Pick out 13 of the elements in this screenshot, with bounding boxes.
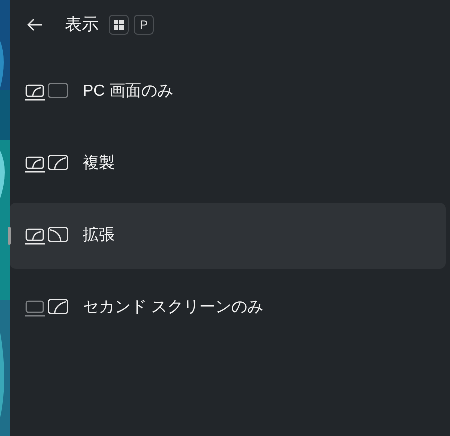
display-mode-option[interactable]: 複製	[10, 131, 446, 197]
display-mode-option[interactable]: PC 画面のみ	[10, 59, 446, 125]
display-mode-icon	[24, 299, 69, 317]
back-arrow-icon	[27, 18, 43, 32]
display-mode-icon	[24, 83, 69, 101]
display-mode-icon	[24, 155, 69, 173]
display-mode-option[interactable]: 拡張	[10, 203, 446, 269]
display-mode-icon	[24, 227, 69, 245]
display-mode-option[interactable]: セカンド スクリーンのみ	[10, 275, 446, 341]
selection-indicator	[8, 227, 11, 245]
windows-logo-icon	[114, 20, 124, 30]
shortcut-key: P	[134, 15, 154, 35]
panel-title: 表示	[65, 14, 99, 36]
